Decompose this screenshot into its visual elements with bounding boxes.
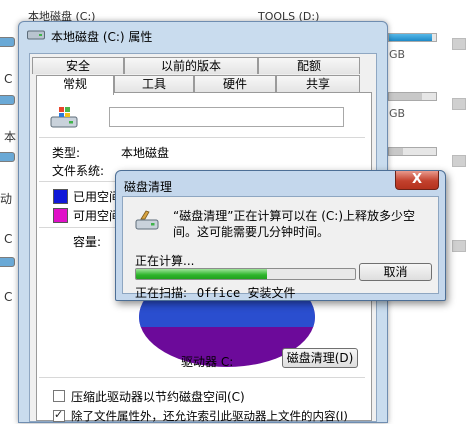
used-space-label: 已用空间 bbox=[73, 190, 122, 204]
drive-letter-label: 驱动器 C: bbox=[181, 355, 234, 369]
drive-large-icon bbox=[50, 107, 78, 128]
compress-checkbox[interactable] bbox=[53, 390, 65, 402]
properties-titlebar[interactable]: 本地磁盘 (C:) 属性 bbox=[19, 22, 387, 48]
tab-sharing[interactable]: 共享 bbox=[276, 75, 360, 92]
cancel-button[interactable]: 取消 bbox=[359, 263, 432, 281]
gb-text-2: GB bbox=[389, 107, 406, 120]
drive-edge-icon bbox=[0, 37, 15, 47]
tab-hardware[interactable]: 硬件 bbox=[194, 75, 276, 92]
edge-letter: C bbox=[4, 72, 13, 86]
cleanup-dialog-client: “磁盘清理”正在计算可以在 (C:)上释放多少空间。这可能需要几分钟时间。 正在… bbox=[122, 196, 439, 300]
edge-letter: 动 bbox=[0, 192, 13, 206]
tab-row-top: 安全 以前的版本 配额 bbox=[32, 57, 374, 75]
scroll-edge bbox=[452, 38, 466, 50]
properties-title: 本地磁盘 (C:) 属性 bbox=[51, 30, 153, 44]
edge-letter: C bbox=[4, 290, 13, 304]
used-space-swatch bbox=[53, 189, 68, 204]
drive-edge-icon bbox=[0, 152, 15, 162]
drive-edge-icon bbox=[0, 257, 15, 267]
close-button[interactable]: X bbox=[395, 171, 439, 190]
type-value: 本地磁盘 bbox=[121, 146, 170, 160]
compress-checkbox-label: 压缩此驱动器以节约磁盘空间(C) bbox=[71, 390, 245, 404]
index-checkbox-label: 除了文件属性外，还允许索引此驱动器上文件的内容(I) bbox=[71, 409, 348, 423]
divider bbox=[39, 137, 365, 138]
tab-general[interactable]: 常规 bbox=[36, 75, 114, 95]
free-space-label: 可用空间 bbox=[73, 209, 122, 223]
tab-tools[interactable]: 工具 bbox=[114, 75, 194, 92]
scanning-label: 正在扫描: bbox=[135, 286, 188, 300]
type-label: 类型: bbox=[52, 146, 81, 160]
divider bbox=[39, 377, 365, 378]
drive-bar-3 bbox=[388, 147, 437, 156]
filesystem-label: 文件系统: bbox=[52, 164, 105, 178]
cleanup-progress-fill bbox=[136, 269, 268, 279]
drive-name-input[interactable] bbox=[109, 107, 344, 127]
scroll-edge bbox=[452, 240, 466, 252]
disk-cleanup-button[interactable]: 磁盘清理(D) bbox=[282, 348, 358, 368]
disk-cleanup-icon bbox=[135, 210, 159, 230]
edge-letter: 本 bbox=[4, 130, 17, 144]
scroll-edge bbox=[452, 98, 466, 110]
cleanup-dialog-title: 磁盘清理 bbox=[124, 180, 173, 194]
scroll-edge bbox=[452, 155, 466, 167]
drive-bar-2 bbox=[388, 92, 437, 101]
cleanup-message: “磁盘清理”正在计算可以在 (C:)上释放多少空间。这可能需要几分钟时间。 bbox=[173, 209, 416, 239]
scanning-item: Office 安装文件 bbox=[196, 286, 296, 300]
drive-edge-icon bbox=[0, 95, 15, 105]
tab-quota[interactable]: 配额 bbox=[258, 57, 360, 74]
cleanup-status: 正在计算... bbox=[135, 254, 195, 268]
close-icon: X bbox=[411, 172, 423, 187]
tab-row-bottom: 常规 工具 硬件 共享 bbox=[32, 75, 374, 95]
drive-d-usage-bar bbox=[388, 33, 437, 42]
capacity-label: 容量: bbox=[73, 235, 102, 249]
disk-cleanup-dialog: 磁盘清理 X “磁盘清理”正在计算可以在 (C:)上释放多少空间。这可能需要几分… bbox=[115, 170, 446, 301]
free-space-swatch bbox=[53, 208, 68, 223]
tab-security[interactable]: 安全 bbox=[32, 57, 124, 74]
edge-letter: C bbox=[4, 232, 13, 246]
drive-d-usage-fill bbox=[389, 34, 433, 41]
drive-icon bbox=[27, 30, 45, 40]
tab-previous-versions[interactable]: 以前的版本 bbox=[124, 57, 258, 74]
scanning-line: 正在扫描: Office 安装文件 bbox=[135, 284, 295, 301]
index-checkbox[interactable] bbox=[53, 408, 65, 422]
gb-text: GB bbox=[389, 48, 406, 61]
cleanup-progress-bar bbox=[135, 268, 356, 280]
